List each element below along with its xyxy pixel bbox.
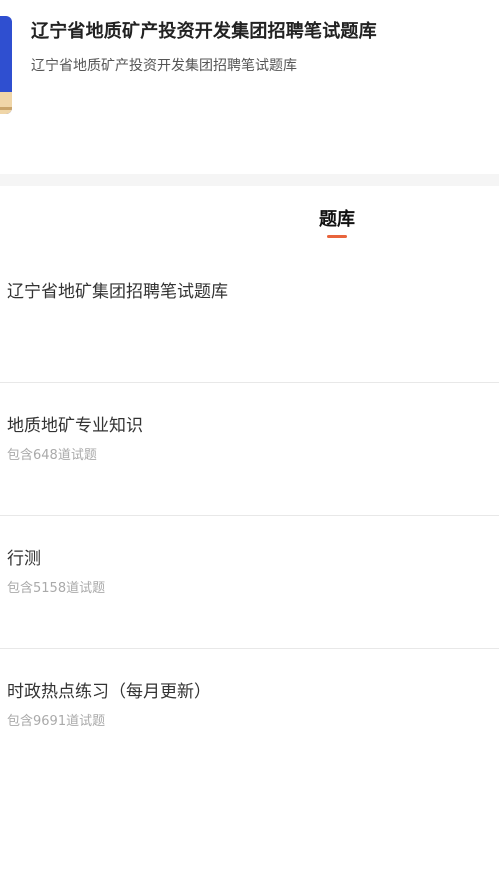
active-tab-indicator	[327, 235, 347, 238]
section-gap	[0, 174, 499, 186]
book-header: 辽宁省地质矿产投资开发集团招聘笔试题库 辽宁省地质矿产投资开发集团招聘笔试题库	[0, 0, 499, 132]
list-item-count: 包含9691道试题	[7, 714, 106, 729]
divider	[0, 648, 499, 649]
tab-question-bank[interactable]: 题库	[308, 205, 366, 231]
list-item-current-affairs[interactable]: 时政热点练习（每月更新） 包含9691道试题	[0, 648, 499, 781]
divider	[0, 515, 499, 516]
list-item-aptitude-test[interactable]: 行测 包含5158道试题	[0, 515, 499, 648]
tab-bar: 题库	[0, 186, 499, 246]
book-cover-image[interactable]	[0, 16, 12, 114]
cover-line	[0, 107, 12, 110]
list-item-title: 地质地矿专业知识	[7, 416, 143, 436]
cover-band	[0, 92, 12, 114]
list-item-count: 包含648道试题	[7, 448, 97, 463]
list-item-count: 包含5158道试题	[7, 581, 106, 596]
list-item-title: 时政热点练习（每月更新）	[7, 682, 211, 702]
divider	[0, 382, 499, 383]
book-subtitle: 辽宁省地质矿产投资开发集团招聘笔试题库	[31, 58, 297, 74]
book-title: 辽宁省地质矿产投资开发集团招聘笔试题库	[31, 21, 377, 42]
list-item-professional-knowledge[interactable]: 地质地矿专业知识 包含648道试题	[0, 382, 499, 515]
question-bank-section-title: 辽宁省地矿集团招聘笔试题库	[7, 282, 228, 302]
list-item-title: 行测	[7, 549, 41, 569]
